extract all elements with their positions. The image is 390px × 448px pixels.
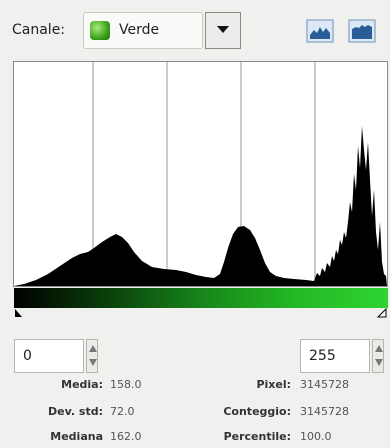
- max-slider-handle[interactable]: [377, 308, 389, 318]
- linear-histogram-icon: [306, 19, 334, 43]
- histogram-graph[interactable]: [13, 61, 388, 287]
- chevron-down-icon: [217, 26, 229, 33]
- pixels-label: Pixel:: [256, 378, 291, 391]
- pixels-value: 3145728: [300, 378, 349, 391]
- channel-dropdown-button[interactable]: [205, 12, 241, 49]
- count-value: 3145728: [300, 405, 349, 418]
- log-histogram-icon: [348, 19, 376, 43]
- channel-select[interactable]: Verde: [83, 12, 203, 49]
- channel-color-swatch: [90, 21, 110, 40]
- linear-histogram-button[interactable]: [306, 19, 334, 43]
- min-value-input[interactable]: 0: [14, 339, 84, 373]
- min-slider-handle[interactable]: [14, 308, 24, 318]
- std-dev-label: Dev. std:: [48, 405, 103, 418]
- min-spin-buttons[interactable]: [86, 339, 98, 373]
- channel-gradient-bar: [14, 288, 388, 308]
- max-spin-buttons[interactable]: [372, 339, 384, 373]
- percentile-value: 100.0: [300, 430, 332, 443]
- log-histogram-button[interactable]: [348, 19, 376, 43]
- count-label: Conteggio:: [223, 405, 291, 418]
- channel-select-value: Verde: [119, 22, 160, 38]
- median-value: 162.0: [110, 430, 142, 443]
- mean-label: Media:: [61, 378, 103, 391]
- spin-arrows-icon: [89, 345, 97, 366]
- mean-value: 158.0: [110, 378, 142, 391]
- median-label: Mediana: [50, 430, 103, 443]
- histogram-plot: [14, 62, 387, 286]
- max-value-input[interactable]: 255: [300, 339, 370, 373]
- histogram-curve: [14, 126, 387, 286]
- std-dev-value: 72.0: [110, 405, 135, 418]
- spin-arrows-icon: [375, 345, 383, 366]
- channel-label: Canale:: [12, 22, 66, 38]
- percentile-label: Percentile:: [223, 430, 291, 443]
